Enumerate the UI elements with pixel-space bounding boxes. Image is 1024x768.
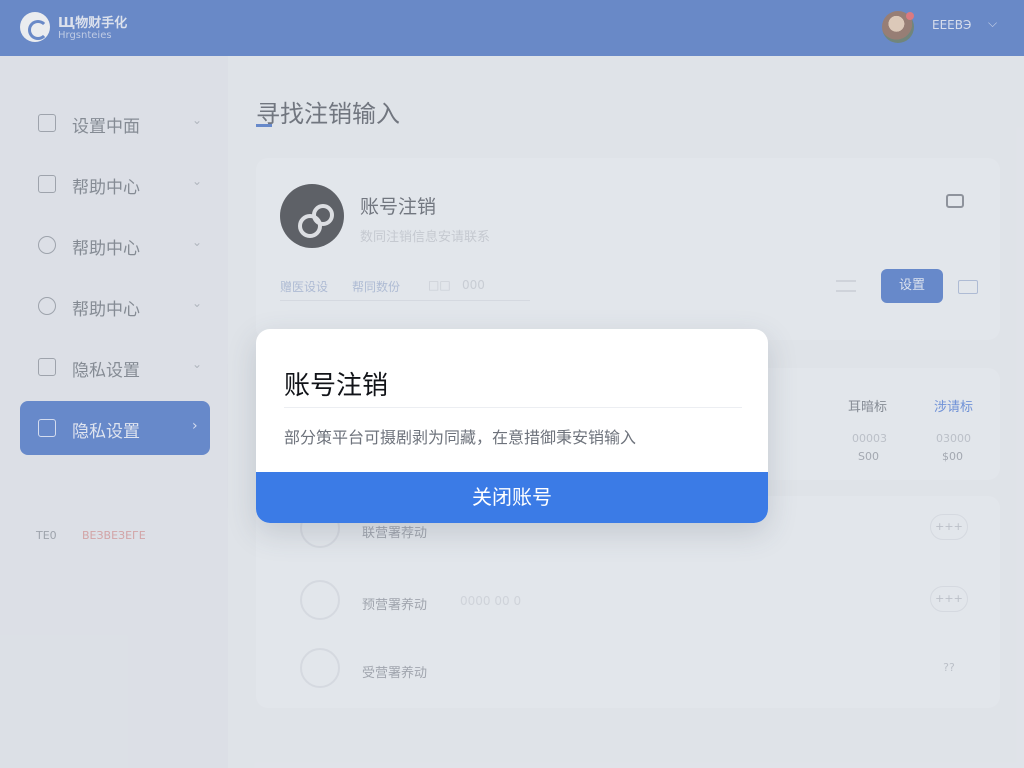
dialog-divider xyxy=(284,407,742,408)
deactivate-dialog: 账号注销 部分策平台可摄剧剥为同藏，在意措御秉安销输入 关闭账号 xyxy=(256,329,768,523)
dialog-message: 部分策平台可摄剧剥为同藏，在意措御秉安销输入 xyxy=(284,428,637,447)
dialog-title: 账号注销 xyxy=(284,371,389,401)
close-account-button[interactable]: 关闭账号 xyxy=(256,472,768,523)
